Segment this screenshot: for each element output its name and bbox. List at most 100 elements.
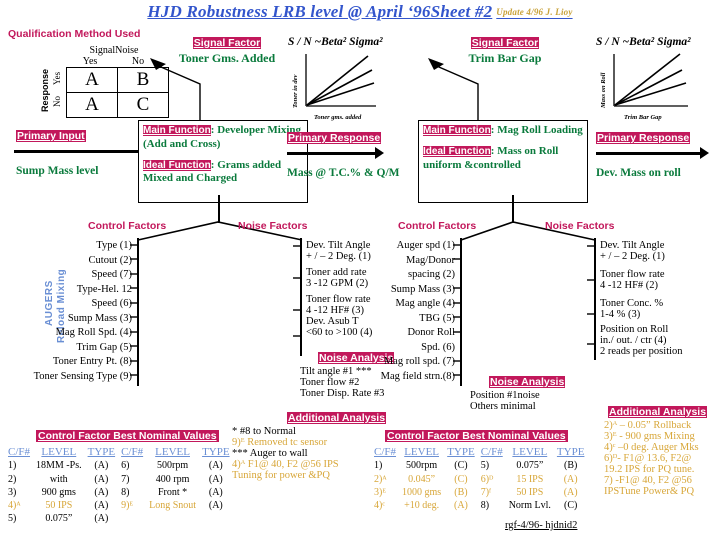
left-cf-level: 18MM -Ps. bbox=[36, 460, 82, 472]
page-title-text: HJD Robustness LRB level @ April ‘96Shee… bbox=[147, 2, 493, 21]
right-cf-item: Mag/Donor bbox=[406, 254, 455, 266]
right-cf-level: +10 deg. bbox=[404, 499, 440, 511]
right-cf-item: Mag field strn.(8) bbox=[380, 370, 455, 382]
right-cf-type: (C) bbox=[454, 473, 468, 485]
qualification-heading: Qualification Method Used bbox=[8, 28, 141, 40]
right-add-item: 4)ᶜ –0 deg. Auger Mks bbox=[604, 442, 699, 453]
right-cf-banner: Control Factor Best Nominal Values bbox=[385, 430, 568, 442]
right-cf-item: Donor Roll bbox=[407, 327, 455, 338]
right-nf-line: 2 reads per position bbox=[600, 346, 683, 357]
right-cf-ticks bbox=[453, 244, 462, 376]
right-cf-type: (A) bbox=[563, 473, 578, 485]
left-cf-num: 7) bbox=[121, 473, 130, 485]
stage1-sn-xlabel: Toner gms. added bbox=[314, 114, 362, 121]
stage1-sn-ylabel: Toner in dev bbox=[292, 74, 299, 108]
stage2-response-arrowhead bbox=[700, 147, 709, 159]
right-cf-item: Auger spd (1) bbox=[396, 240, 455, 251]
left-cf-item: Toner Entry Pt. (8) bbox=[52, 356, 132, 367]
left-cf-num: 6) bbox=[121, 460, 130, 472]
right-cf-num: 4)ᶜ bbox=[374, 499, 385, 511]
left-cf-num: 4)ᴬ bbox=[8, 499, 21, 511]
left-control-factor-list: Type (1) Cutout (2) Speed (7) Type-Hel. … bbox=[0, 240, 132, 385]
right-nf-item: Dev. Tilt Angle + / – 2 Deg. (1) bbox=[600, 240, 720, 262]
qualification-row-yes: Yes bbox=[52, 71, 62, 86]
left-na-item: Toner Disp. Rate #3 bbox=[300, 388, 385, 399]
right-block-stem bbox=[512, 195, 514, 223]
qualification-cell: A bbox=[66, 67, 118, 93]
right-cf-header-row: C/F# LEVEL TYPE C/F# LEVEL TYPE bbox=[372, 446, 586, 458]
right-nf-line: 4 -12 HF# (2) bbox=[600, 280, 659, 291]
stage2-response-value: Dev. Mass on roll bbox=[596, 167, 681, 179]
primary-input-value: Sump Mass level bbox=[16, 165, 99, 177]
stage1-response-arrowhead bbox=[375, 147, 384, 159]
right-add-item: 6)ᴰ- F1@ 13.6, F2@ bbox=[604, 453, 692, 464]
right-na-item: Others minimal bbox=[470, 401, 536, 412]
right-cf-header: LEVEL bbox=[512, 446, 548, 458]
right-cf-level: 50 IPS bbox=[516, 486, 544, 498]
qualification-col-yes: Yes bbox=[82, 56, 98, 67]
left-cf-type: (A) bbox=[208, 460, 223, 472]
stage1-signal-factor-label: Signal Factor bbox=[192, 37, 262, 49]
left-cf-level: 400 rpm bbox=[155, 473, 190, 485]
right-cf-header: LEVEL bbox=[404, 446, 440, 458]
table-row: 3) 900 gms (A) 8) Front * (A) bbox=[6, 487, 232, 498]
stage1-sn-chart bbox=[305, 54, 376, 107]
right-add-item: IPSTune Power& PQ bbox=[604, 486, 695, 497]
left-cf-type: (A) bbox=[208, 486, 223, 498]
right-cf-item: spacing (2) bbox=[408, 269, 455, 280]
right-cf-type: (A) bbox=[563, 486, 578, 498]
left-cf-level: Front * bbox=[158, 486, 188, 498]
left-cf-table: C/F# LEVEL TYPE C/F# LEVEL TYPE 1) 18MM … bbox=[4, 444, 234, 526]
right-add-item: 19.2 IPS for PQ tune. bbox=[604, 464, 695, 475]
left-cf-num: 9)ᴱ bbox=[121, 499, 134, 511]
right-nf-line: + / – 2 Deg. (1) bbox=[600, 251, 665, 262]
stage2-sn-ylabel: Mass on Roll bbox=[600, 72, 607, 108]
right-noise-analysis-heading: Noise Analysis bbox=[489, 376, 566, 388]
right-cf-header: TYPE bbox=[556, 446, 585, 458]
right-nf-line: in./ out. / ctr (4) bbox=[600, 335, 667, 346]
left-cf-type: (A) bbox=[94, 513, 109, 525]
stage2-ideal-function: Ideal Function: Mass on Roll uniform &co… bbox=[423, 145, 583, 173]
left-cf-item: Type-Hel. 12 bbox=[76, 283, 132, 295]
left-cf-num: 3) bbox=[8, 486, 17, 498]
left-cf-item: Toner Sensing Type (9) bbox=[33, 370, 132, 382]
left-cf-item: Cutout (2) bbox=[88, 254, 132, 266]
stage2-main-function-value: : Mag Roll Loading bbox=[490, 124, 583, 136]
left-cf-ticks bbox=[130, 244, 139, 376]
left-cf-type: (A) bbox=[94, 499, 109, 511]
right-cf-num: 8) bbox=[480, 499, 490, 511]
right-cf-level: 0.075” bbox=[516, 460, 544, 472]
stage2-response-arrow-line bbox=[596, 152, 702, 155]
left-cf-banner: Control Factor Best Nominal Values bbox=[36, 430, 219, 442]
page-title-update: Update 4/96 J. Lioy bbox=[496, 7, 573, 17]
left-cf-item: Speed (7) bbox=[91, 269, 132, 280]
stage2-sn-caption: S / N ~Beta² Sigma² bbox=[596, 36, 691, 48]
stage2-signal-factor-label: Signal Factor bbox=[470, 37, 540, 49]
left-cf-num: 8) bbox=[121, 486, 130, 498]
left-cf-level: 900 gms bbox=[41, 486, 76, 498]
right-cf-type: (B) bbox=[454, 486, 468, 498]
right-cf-level: 500rpm bbox=[406, 460, 438, 472]
left-control-factors-heading: Control Factors bbox=[88, 220, 167, 232]
primary-input-label: Primary Input bbox=[16, 130, 86, 142]
stage2-ideal-function-label: Ideal Function bbox=[423, 145, 491, 157]
right-nf-line: Dev. Tilt Angle bbox=[600, 240, 665, 251]
right-cf-level: 1000 gms bbox=[402, 486, 442, 498]
right-cf-item: TBG (5) bbox=[419, 312, 455, 324]
left-cf-header: TYPE bbox=[87, 446, 116, 458]
left-cf-type: (A) bbox=[208, 499, 223, 511]
left-cf-num: 5) bbox=[8, 513, 17, 525]
table-row: 5) 0.075” (A) bbox=[6, 513, 232, 524]
right-control-factors-heading: Control Factors bbox=[398, 220, 477, 232]
right-noise-factors-heading: Noise Factors bbox=[545, 220, 615, 232]
right-nf-item: Position on Roll in./ out. / ctr (4) 2 r… bbox=[600, 324, 720, 357]
stage2-main-function-label: Main Function bbox=[423, 125, 491, 136]
right-noise-analysis-list: Position #1noise Others minimal bbox=[470, 390, 600, 412]
left-block-stem bbox=[218, 195, 220, 223]
right-nf-line: Toner flow rate bbox=[600, 269, 665, 280]
table-row: 2)ᴬ 0.045” (C) 6)ᴰ 15 IPS (A) bbox=[372, 474, 586, 485]
stage2-sn-xlabel: Trim Bar Gap bbox=[624, 114, 662, 121]
left-cf-type: (A) bbox=[208, 473, 223, 485]
left-cf-header: LEVEL bbox=[41, 446, 77, 458]
stage2-response-label: Primary Response bbox=[596, 132, 691, 144]
